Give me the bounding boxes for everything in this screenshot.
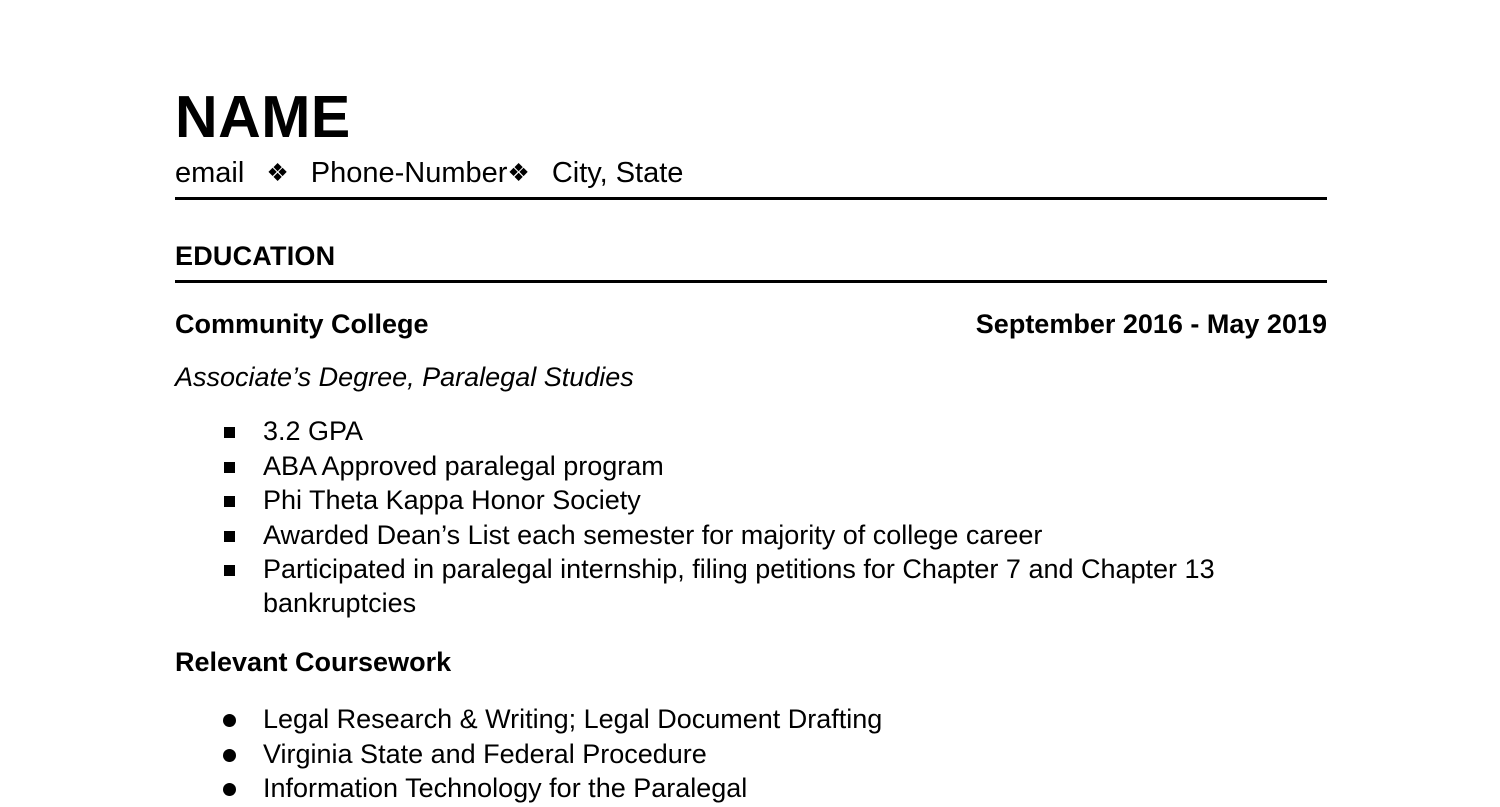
square-bullet-icon [224,461,235,473]
round-bullet-icon [223,783,236,797]
round-bullet-icon [223,748,236,762]
list-item-text: Legal Research & Writing; Legal Document… [263,704,883,735]
section-heading-education: EDUCATION [175,241,336,272]
institution-name: Community College [175,309,429,340]
list-item: Participated in paralegal internship, fi… [175,553,1327,620]
contact-phone: Phone-Number [310,157,508,189]
list-item-text: Information Technology for the Paralegal [263,773,748,804]
entry-date-range: September 2016 - May 2019 [975,309,1327,340]
contact-line: email ❖ Phone-Number❖ City, State [175,147,1327,190]
list-item-text: 3.2 GPA [263,416,364,447]
list-item: ABA Approved paralegal program [175,450,1327,483]
list-item: Virginia State and Federal Procedure [175,738,1327,771]
contact-email: email [175,157,245,189]
square-bullet-icon [224,427,235,439]
square-bullet-icon [224,496,235,508]
list-item-text: Awarded Dean’s List each semester for ma… [263,519,1043,550]
list-item-text: Phi Theta Kappa Honor Society [263,485,641,516]
diamond-separator-icon: ❖ [507,159,530,187]
list-item: Legal Research & Writing; Legal Document… [175,703,1327,736]
contact-location: City, State [551,157,684,189]
resume-content: NAME email ❖ Phone-Number❖ City, State EDUC… [175,0,1327,807]
coursework-list: Legal Research & Writing; Legal Document… [175,678,1327,805]
list-item-text: ABA Approved paralegal program [263,450,664,481]
list-item-text: Virginia State and Federal Procedure [263,738,707,769]
list-item-text: Participated in paralegal internship, fi… [263,554,1215,618]
square-bullet-icon [224,565,235,577]
subsection-heading-relevant-coursework: Relevant Coursework [175,647,452,678]
degree-title: Associate’s Degree, Paralegal Studies [175,362,634,393]
education-highlights-list: 3.2 GPA ABA Approved paralegal program P… [175,393,1327,620]
resume-page: NAME email ❖ Phone-Number❖ City, State EDUC… [0,0,1500,803]
list-item: Phi Theta Kappa Honor Society [175,484,1327,517]
square-bullet-icon [224,530,235,542]
round-bullet-icon [223,714,236,728]
list-item: Awarded Dean’s List each semester for ma… [175,519,1327,552]
list-item: Information Technology for the Paralegal [175,772,1327,805]
education-entry-header: Community College September 2016 - May 2… [175,283,1327,340]
list-item: 3.2 GPA [175,415,1327,448]
diamond-separator-icon: ❖ [266,159,289,187]
page-title: NAME [175,84,351,150]
